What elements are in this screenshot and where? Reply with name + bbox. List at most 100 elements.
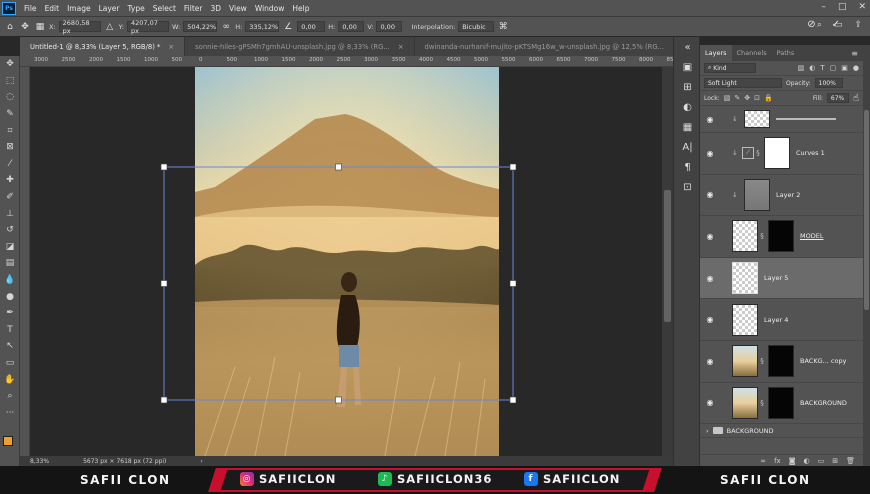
height-input[interactable]: 335,12% [245, 21, 280, 32]
h-skew-input[interactable]: 0,00 [338, 21, 365, 32]
layer-row-model[interactable]: ◉ § MODEL [700, 216, 863, 258]
mask-link-icon[interactable]: § [754, 149, 762, 157]
interpolation-select[interactable]: Bicubic [458, 21, 495, 32]
visibility-eye-icon[interactable]: ◉ [702, 398, 718, 407]
canvas-scroll-thumb[interactable] [664, 190, 671, 322]
new-layer-icon[interactable]: ⊞ [832, 457, 838, 465]
tab-dwinanda[interactable]: dwinanda-nurhanif-mujito-pKTSMg16w_w-uns… [415, 37, 689, 56]
layer-name[interactable]: Curves 1 [796, 149, 825, 157]
layer-mask-thumbnail[interactable] [768, 345, 794, 378]
color-icon[interactable]: ▦ [674, 117, 701, 137]
home-icon[interactable]: ⌂ [4, 22, 16, 32]
zoom-tool-icon[interactable]: ⌕ [0, 388, 20, 405]
mask-link-icon[interactable]: § [758, 357, 766, 365]
mask-link-icon[interactable]: § [758, 232, 766, 240]
status-arrow-icon[interactable]: › [200, 458, 202, 465]
group-expand-icon[interactable]: › [706, 427, 709, 435]
canvas-area[interactable] [30, 67, 662, 456]
menu-window[interactable]: Window [251, 4, 289, 13]
move-tool-icon[interactable]: ✥ [19, 22, 31, 32]
menu-type[interactable]: Type [124, 4, 149, 13]
v-skew-input[interactable]: 0,00 [376, 21, 403, 32]
angle-input[interactable]: 0,00 [297, 21, 326, 32]
layer-mask-thumbnail[interactable] [768, 386, 794, 419]
pixel-filter-icon[interactable]: ▧ [798, 64, 805, 72]
minimize-icon[interactable]: – [821, 2, 826, 12]
character-icon[interactable]: A| [674, 137, 701, 157]
fill-input[interactable]: 67% [826, 93, 849, 103]
width-input[interactable]: 504,22% [183, 21, 218, 32]
tab-sonnie-hiles[interactable]: sonnie-hiles-gPSMh7gmhAU-unsplash.jpg @ … [185, 37, 415, 56]
new-group-icon[interactable]: ▭ [818, 457, 825, 465]
crop-tool-icon[interactable]: ⌗ [0, 122, 20, 139]
type-tool-icon[interactable]: T [0, 322, 20, 339]
layers-panel-scroll-thumb[interactable] [864, 110, 869, 310]
mask-link-icon[interactable]: § [758, 399, 766, 407]
eraser-tool-icon[interactable]: ◪ [0, 239, 20, 256]
search-icon[interactable]: ⌕ [817, 20, 822, 30]
blur-tool-icon[interactable]: 💧 [0, 272, 20, 289]
zoom-level[interactable]: 8,33% [30, 458, 49, 465]
tab-channels[interactable]: Channels [732, 45, 772, 61]
layer-style-icon[interactable]: fx [774, 457, 781, 465]
relative-position-icon[interactable]: △ [104, 22, 116, 32]
y-input[interactable]: 4207,07 px [126, 19, 169, 35]
layer-row-background[interactable]: ◉ § BACKGROUND [700, 383, 863, 425]
lock-image-icon[interactable]: ✎ [734, 94, 740, 102]
delete-layer-icon[interactable]: 🗑 [846, 457, 855, 465]
smart-object-filter-icon[interactable]: ▣ [841, 64, 848, 72]
more-tools-icon[interactable]: ··· [0, 404, 20, 421]
visibility-eye-icon[interactable]: ◉ [702, 232, 718, 241]
photoshop-logo[interactable]: Ps [2, 1, 16, 15]
adjustment-filter-icon[interactable]: ◐ [809, 64, 815, 72]
menu-select[interactable]: Select [149, 4, 180, 13]
visibility-eye-icon[interactable]: ◉ [702, 190, 718, 199]
lasso-tool-icon[interactable]: ◌ [0, 89, 20, 106]
blend-mode-select[interactable]: Soft Light [704, 78, 782, 88]
link-icon[interactable]: ∞ [220, 22, 232, 32]
menu-3d[interactable]: 3D [206, 4, 225, 13]
add-mask-icon[interactable]: ◙ [789, 457, 796, 465]
pen-tool-icon[interactable]: ✒ [0, 305, 20, 322]
layer-row-background-copy[interactable]: ◉ § BACKG... copy [700, 341, 863, 383]
type-filter-icon[interactable]: T [820, 64, 824, 72]
frame-tool-icon[interactable]: ⊠ [0, 139, 20, 156]
layer-mask-thumbnail[interactable] [768, 220, 794, 253]
tab-paths[interactable]: Paths [772, 45, 800, 61]
tab-untitled-1[interactable]: Untitled-1 @ 8,33% (Layer 5, RGB/8) * × [20, 37, 186, 56]
visibility-eye-icon[interactable]: ◉ [702, 115, 718, 124]
cancel-transform-icon[interactable]: ⊘ [807, 19, 815, 30]
layer-name[interactable]: BACKGROUND [800, 399, 847, 407]
marquee-tool-icon[interactable]: ⬚ [0, 73, 20, 90]
gradient-tool-icon[interactable]: ▤ [0, 255, 20, 272]
panel-collapse-icon[interactable]: « [674, 37, 701, 57]
panel-menu-icon[interactable]: ≡ [851, 49, 858, 58]
layer-group-background[interactable]: › BACKGROUND [700, 424, 863, 439]
visibility-eye-icon[interactable]: ◉ [702, 149, 718, 158]
foreground-color-swatch[interactable] [3, 436, 13, 446]
eyedropper-tool-icon[interactable]: ⁄ [0, 156, 20, 173]
healing-brush-tool-icon[interactable]: ✚ [0, 172, 20, 189]
layer-row-partial[interactable]: ◉ ↓ [700, 106, 863, 133]
path-select-tool-icon[interactable]: ↖ [0, 338, 20, 355]
menu-view[interactable]: View [225, 4, 251, 13]
layer-name[interactable]: Layer 2 [776, 191, 800, 199]
layer-row-layer-4[interactable]: ◉ Layer 4 [700, 299, 863, 341]
visibility-eye-icon[interactable]: ◉ [702, 315, 718, 324]
quick-select-tool-icon[interactable]: ✎ [0, 106, 20, 123]
shape-tool-icon[interactable]: ▭ [0, 355, 20, 372]
kind-filter-select[interactable]: ⌕ Kind [704, 63, 756, 73]
layer-row-curves-1[interactable]: ◉ ↓ ⟋ § Curves 1 [700, 133, 863, 175]
group-name[interactable]: BACKGROUND [727, 427, 774, 435]
menu-image[interactable]: Image [63, 4, 95, 13]
reference-point-icon[interactable]: ▦ [34, 22, 46, 32]
share-icon[interactable]: ⇪ [854, 20, 862, 30]
maximize-icon[interactable]: □ [838, 2, 847, 12]
new-adjustment-icon[interactable]: ◐ [804, 457, 810, 465]
menu-file[interactable]: File [20, 4, 41, 13]
menu-layer[interactable]: Layer [95, 4, 124, 13]
tab-close-icon[interactable]: × [398, 43, 404, 51]
hand-tool-icon[interactable]: ✋ [0, 371, 20, 388]
layer-name[interactable]: Layer 5 [764, 274, 788, 282]
warp-icon[interactable]: ⌘ [497, 22, 509, 32]
